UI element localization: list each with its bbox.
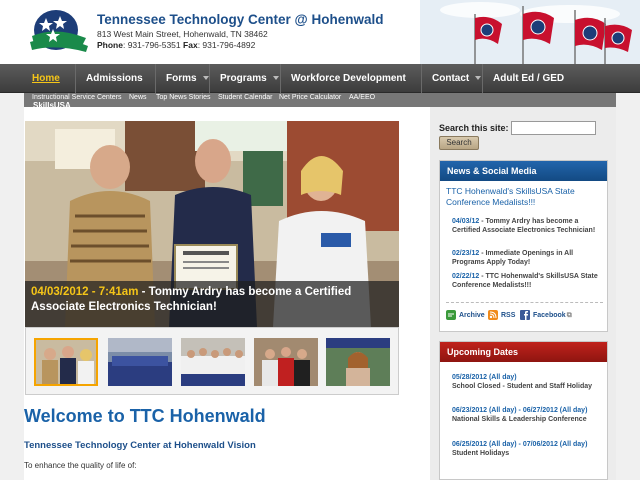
nav-programs-label: Programs (220, 73, 267, 84)
site-address-block: 813 West Main Street, Hohenwald, TN 3846… (97, 29, 268, 51)
site-title[interactable]: Tennessee Technology Center @ Hohenwald (97, 12, 383, 27)
news-social-heading: News & Social Media (440, 161, 607, 181)
nav-workforce-development[interactable]: Workforce Development (280, 64, 406, 93)
phone-label: Phone (97, 40, 123, 50)
social-links: Archive RSS Facebook⧉ (446, 310, 603, 322)
thumbnail-4-image (254, 338, 318, 386)
tennessee-tristar-logo-icon[interactable] (26, 8, 90, 58)
event-item[interactable]: 06/23/2012 (All day) - 06/27/2012 (All d… (452, 406, 604, 424)
fax-number: : 931-796-4892 (197, 40, 256, 50)
event-date: 06/25/2012 (All day) - 07/06/2012 (All d… (452, 441, 588, 448)
thumbnail-3[interactable] (181, 338, 245, 386)
phone-number: : 931-796-5351 (122, 40, 181, 50)
search-label: Search this site: (439, 123, 509, 133)
news-item-date: 02/23/12 (452, 250, 480, 257)
chevron-down-icon (272, 76, 279, 81)
slide-date: 04/03/2012 - 7:41am (31, 286, 139, 298)
news-social-box: News & Social Media TTC Hohenwald's Skil… (439, 160, 608, 332)
news-featured-link[interactable]: TTC Hohenwald's SkillsUSA State Conferen… (446, 186, 604, 208)
search-button[interactable]: Search (439, 136, 479, 150)
external-link-icon: ⧉ (566, 311, 572, 319)
news-item[interactable]: 04/03/12 - Tommy Ardry has become a Cert… (452, 217, 604, 235)
nav-programs[interactable]: Programs (209, 64, 279, 93)
divider (446, 302, 603, 303)
news-item-date: 02/22/12 (452, 273, 480, 280)
news-item-date: 04/03/12 (452, 218, 480, 225)
event-title: Student Holidays (452, 450, 510, 457)
nav-forms-label: Forms (166, 73, 197, 84)
subnav-top-news-stories[interactable]: Top News Stories (156, 94, 210, 101)
slideshow-thumbnails (25, 327, 399, 395)
chevron-down-icon (202, 76, 209, 81)
vision-heading: Tennessee Technology Center at Hohenwald… (24, 440, 256, 451)
thumbnail-3-image (181, 338, 245, 386)
nav-home[interactable]: Home (22, 64, 60, 93)
event-item[interactable]: 05/28/2012 (All day) School Closed - Stud… (452, 373, 604, 391)
event-date: 06/23/2012 (All day) - 06/27/2012 (All d… (452, 407, 588, 414)
event-title: School Closed - Student and Staff Holida… (452, 383, 593, 390)
event-title: National Skills & Leadership Conference (452, 416, 587, 423)
upcoming-dates-heading: Upcoming Dates (440, 342, 607, 362)
event-date: 05/28/2012 (All day) (452, 374, 517, 381)
phone-fax-line: Phone: 931-796-5351 Fax: 931-796-4892 (97, 40, 268, 51)
nav-adult-ed[interactable]: Adult Ed / GED (482, 64, 564, 93)
sub-nav: Instructional Service Centers News Top N… (24, 93, 616, 107)
street-address: 813 West Main Street, Hohenwald, TN 3846… (97, 29, 268, 39)
news-item[interactable]: 02/23/12 - Immediate Openings in All Pro… (452, 249, 604, 267)
subnav-news[interactable]: News (129, 94, 147, 101)
nav-admissions[interactable]: Admissions (75, 64, 143, 93)
event-item[interactable]: 06/25/2012 (All day) - 07/06/2012 (All d… (452, 440, 604, 458)
page-title: Welcome to TTC Hohenwald (24, 406, 266, 426)
thumbnail-5[interactable] (326, 338, 390, 386)
thumbnail-1-image (36, 340, 96, 384)
chevron-down-icon (475, 76, 482, 81)
slide-caption[interactable]: 04/03/2012 - 7:41am - Tommy Ardry has be… (25, 281, 399, 327)
rss-label: RSS (501, 311, 516, 319)
facebook-icon (520, 310, 530, 320)
news-item[interactable]: 02/22/12 - TTC Hohenwald's SkillsUSA Sta… (452, 272, 604, 290)
rss-icon (488, 310, 498, 320)
archive-link[interactable]: Archive (446, 310, 485, 320)
archive-label: Archive (459, 311, 485, 319)
thumbnail-5-image (326, 338, 390, 386)
thumbnail-4[interactable] (254, 338, 318, 386)
facebook-label: Facebook (533, 311, 566, 319)
subnav-net-price-calculator[interactable]: Net Price Calculator (279, 94, 341, 101)
body-text: To enhance the quality of life of: (24, 461, 137, 470)
facebook-link[interactable]: Facebook⧉ (520, 310, 572, 320)
upcoming-dates-box: Upcoming Dates 05/28/2012 (All day) Schoo… (439, 341, 608, 480)
thumbnail-1[interactable] (34, 338, 98, 386)
featured-slideshow[interactable]: 04/03/2012 - 7:41am - Tommy Ardry has be… (25, 121, 399, 327)
subnav-aa-eeo[interactable]: AA/EEO (349, 94, 375, 101)
search-input[interactable] (511, 121, 596, 135)
site-header: Tennessee Technology Center @ Hohenwald … (0, 0, 640, 64)
thumbnail-2[interactable] (108, 338, 172, 386)
subnav-instructional-service-centers[interactable]: Instructional Service Centers (32, 94, 121, 101)
archive-icon (446, 310, 456, 320)
fax-label: Fax (183, 40, 198, 50)
subnav-skillsusa[interactable]: SkillsUSA (33, 101, 71, 110)
nav-contact[interactable]: Contact (421, 64, 482, 93)
main-nav: Home Admissions Forms Programs Workforce… (0, 64, 640, 93)
thumbnail-2-image (108, 338, 172, 386)
subnav-student-calendar[interactable]: Student Calendar (218, 94, 272, 101)
rss-link[interactable]: RSS (488, 310, 515, 320)
nav-contact-label: Contact (432, 73, 470, 84)
tennessee-flags-banner (420, 0, 640, 64)
nav-forms[interactable]: Forms (155, 64, 209, 93)
slide-separator: - (138, 286, 149, 298)
